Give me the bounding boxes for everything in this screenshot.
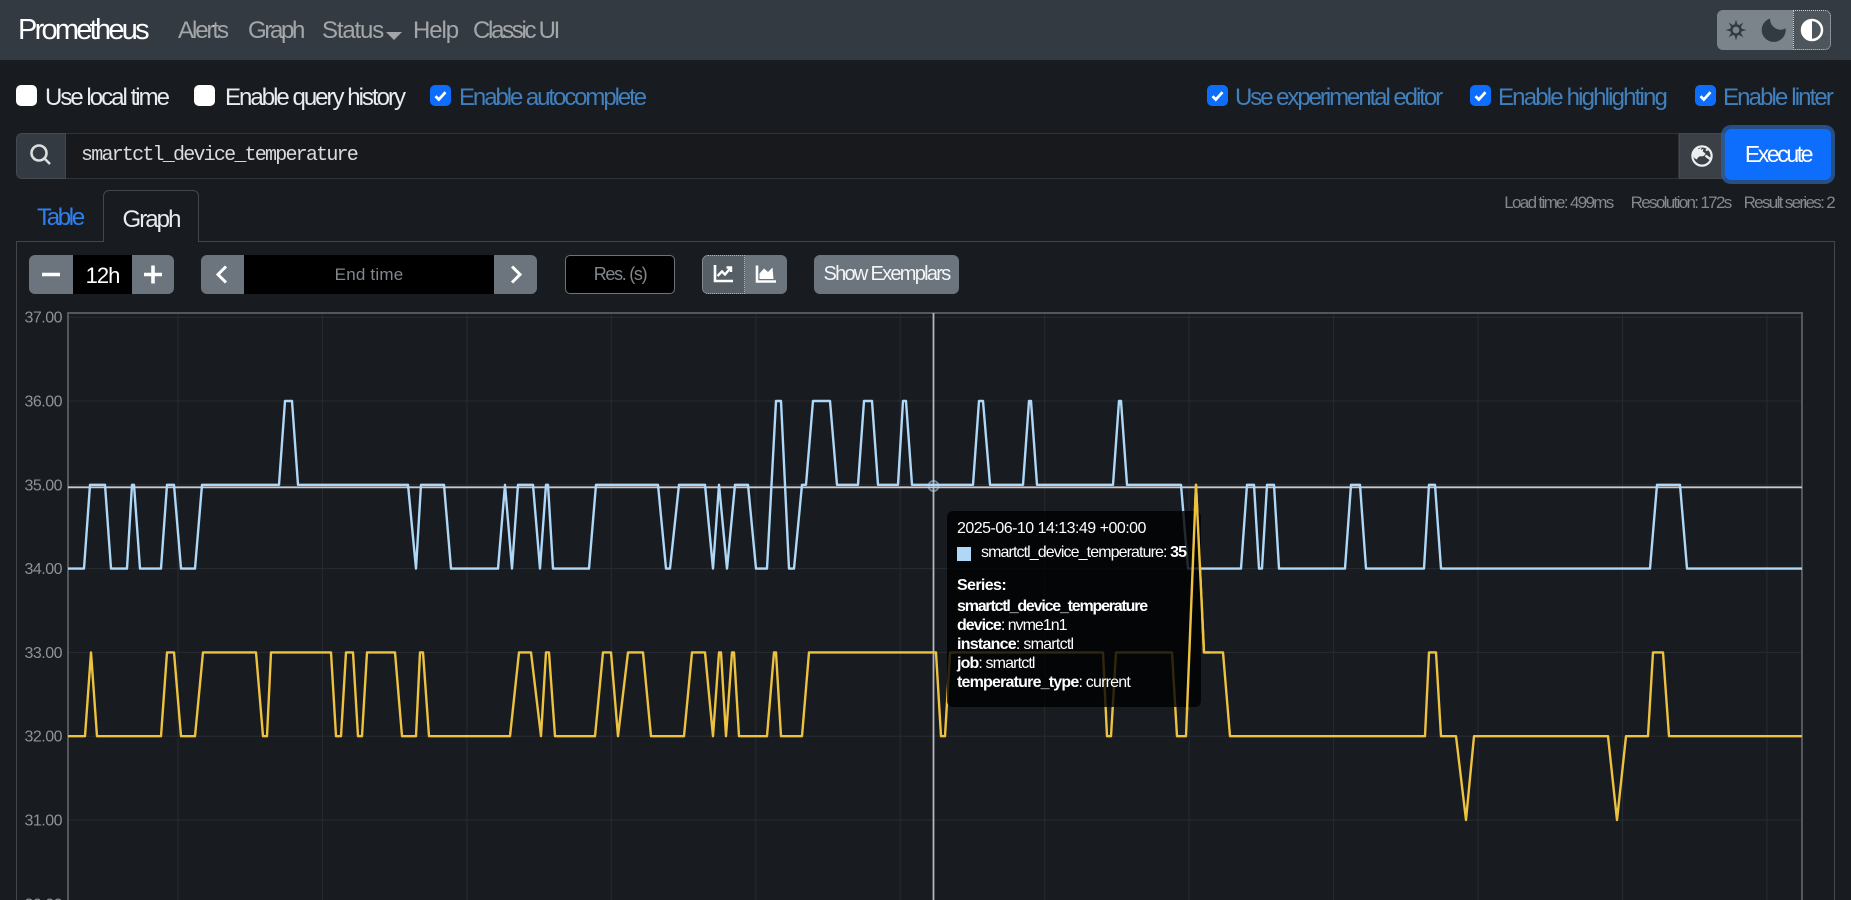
svg-text:31.00: 31.00 bbox=[24, 813, 62, 830]
svg-text:33.00: 33.00 bbox=[24, 645, 62, 662]
svg-text:32.00: 32.00 bbox=[24, 729, 62, 746]
svg-text:34.00: 34.00 bbox=[24, 561, 62, 578]
svg-text:36.00: 36.00 bbox=[24, 394, 62, 411]
svg-text:35.00: 35.00 bbox=[24, 477, 62, 494]
svg-text:30.00: 30.00 bbox=[24, 896, 62, 900]
svg-text:37.00: 37.00 bbox=[24, 310, 62, 327]
